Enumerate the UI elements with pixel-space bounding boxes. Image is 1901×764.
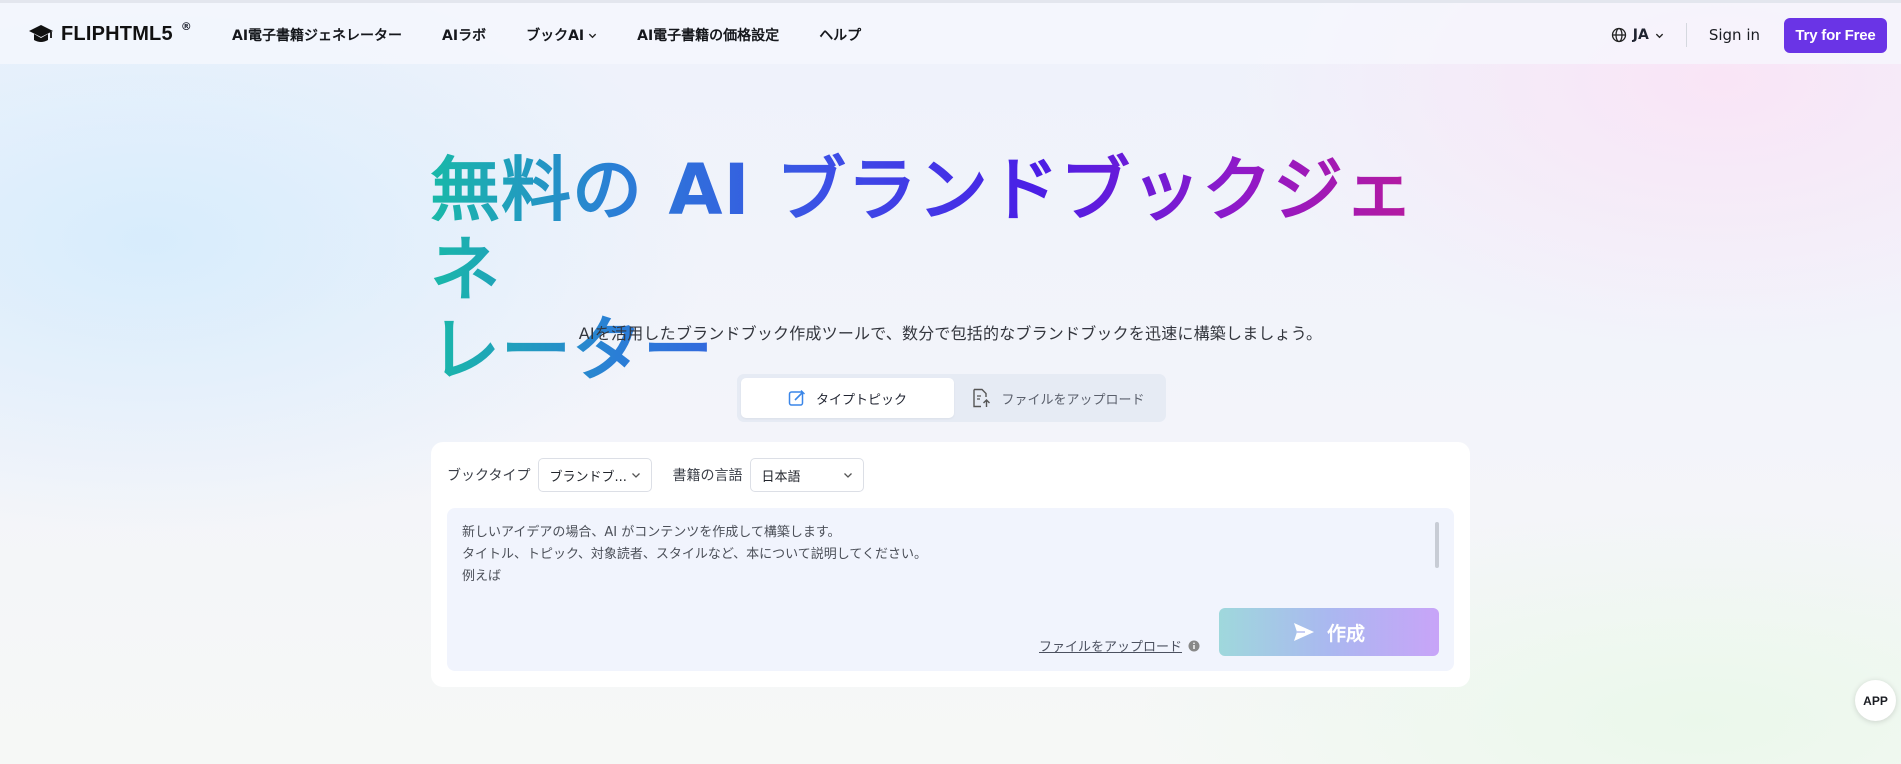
textarea-scrollbar[interactable] xyxy=(1435,522,1439,568)
nav-ai-ebook-pricing[interactable]: AI電子書籍の価格設定 xyxy=(637,25,779,45)
logo-registered-mark: ® xyxy=(180,19,192,33)
chevron-down-icon xyxy=(844,473,853,478)
tab-type-topic[interactable]: タイプトピック xyxy=(741,378,954,418)
language-code: JA xyxy=(1632,27,1649,43)
send-icon xyxy=(1293,623,1314,641)
logo-text: FLIPHTML5 xyxy=(61,22,173,45)
nav-actions: JA Sign in Try for Free xyxy=(1611,17,1887,53)
globe-icon xyxy=(1611,27,1626,43)
app-download-badge[interactable]: APP xyxy=(1855,680,1896,721)
book-options: ブックタイプ ブランドブ... 書籍の言語 日本語 xyxy=(447,458,865,492)
language-selector[interactable]: JA xyxy=(1611,27,1664,43)
input-mode-tabs: タイプトピック ファイルをアップロード xyxy=(737,374,1166,422)
hero-title: 無料の AI ブランドブックジェネ レーター xyxy=(430,150,1470,390)
book-type-label: ブックタイプ xyxy=(447,468,531,484)
book-language-select[interactable]: 日本語 xyxy=(750,458,865,492)
chevron-down-icon xyxy=(1655,33,1663,38)
hero-subtitle: AIを活用したブランドブック作成ツールで、数分で包括的なブランドブックを迅速に構… xyxy=(578,324,1323,343)
logo[interactable]: FLIPHTML5 ® xyxy=(28,19,192,47)
nav-ai-ebook-generator[interactable]: AI電子書籍ジェネレーター xyxy=(232,25,402,45)
file-upload-icon xyxy=(973,388,991,408)
topic-placeholder: 新しいアイデアの場合、AI がコンテンツを作成して構築します。 タイトル、トピッ… xyxy=(462,525,928,584)
book-type-value: ブランドブ... xyxy=(549,469,627,485)
sign-in-link[interactable]: Sign in xyxy=(1709,26,1760,44)
topic-textarea[interactable]: 新しいアイデアの場合、AI がコンテンツを作成して構築します。 タイトル、トピッ… xyxy=(447,508,1454,671)
top-navigation: FLIPHTML5 ® AI電子書籍ジェネレーター AIラボ ブックAI AI電… xyxy=(0,0,1901,64)
generator-card: ブックタイプ ブランドブ... 書籍の言語 日本語 新しいアイデアの場合、AI … xyxy=(431,442,1470,687)
hero-title-line-1: 無料の AI ブランドブックジェネ xyxy=(430,149,1415,311)
nav-divider xyxy=(1685,23,1687,47)
nav-book-ai[interactable]: ブックAI xyxy=(526,25,597,45)
info-icon xyxy=(1188,640,1200,651)
upload-file-link[interactable]: ファイルをアップロード xyxy=(1039,636,1200,655)
main-menu: AI電子書籍ジェネレーター AIラボ ブックAI AI電子書籍の価格設定 ヘルプ xyxy=(232,23,901,47)
try-for-free-button[interactable]: Try for Free xyxy=(1784,17,1887,53)
graduation-cap-icon xyxy=(29,25,53,42)
nav-ai-lab[interactable]: AIラボ xyxy=(442,25,486,45)
book-language-value: 日本語 xyxy=(761,469,801,485)
chevron-down-icon xyxy=(589,33,597,38)
chevron-down-icon xyxy=(632,473,641,478)
edit-icon xyxy=(788,390,805,406)
book-type-select[interactable]: ブランドブ... xyxy=(538,458,653,492)
book-language-label: 書籍の言語 xyxy=(672,468,743,484)
tab-upload-file[interactable]: ファイルをアップロード xyxy=(954,378,1162,418)
nav-help[interactable]: ヘルプ xyxy=(819,25,861,45)
create-button[interactable]: 作成 xyxy=(1219,608,1439,656)
